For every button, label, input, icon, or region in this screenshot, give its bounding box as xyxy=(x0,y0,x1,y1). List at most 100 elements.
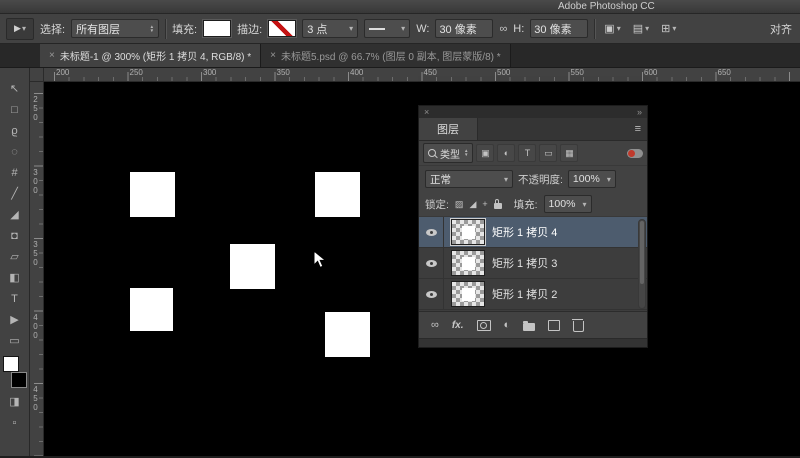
panel-resize-strip[interactable] xyxy=(419,338,647,347)
tab-untitled-5[interactable]: × 未标题5.psd @ 66.7% (图层 0 副本, 图层蒙版/8) * xyxy=(261,44,511,67)
layer-filtering-toggle[interactable] xyxy=(627,149,643,158)
background-color-swatch[interactable] xyxy=(11,372,27,388)
options-bar: ▶ ▾ 选择: 所有图层 ▲ ▼ 填充: 描边: 3 点 ▾ ▾ W: ∞ H: xyxy=(0,14,800,44)
lock-image-pixels-button[interactable]: ◢ xyxy=(469,199,476,210)
current-tool-icon: ▶ xyxy=(14,23,21,34)
close-icon[interactable]: × xyxy=(49,50,55,61)
ruler-label: 600 xyxy=(644,68,718,81)
layer-visibility-toggle[interactable] xyxy=(419,217,444,247)
rectangular-marquee-tool[interactable]: □ xyxy=(0,99,29,120)
tab-layers[interactable]: 图层 xyxy=(419,118,478,140)
lock-transparent-pixels-button[interactable]: ▨ xyxy=(455,199,464,210)
quick-selection-tool[interactable]: ◌ xyxy=(0,141,29,162)
path-alignment-button[interactable]: ▤ ▾ xyxy=(630,20,652,37)
tool-preset-button[interactable]: ▶ ▾ xyxy=(6,18,34,40)
brush-tool[interactable]: ◢ xyxy=(0,204,29,225)
layer-thumbnail[interactable] xyxy=(451,219,485,245)
lock-position-button[interactable]: + xyxy=(482,199,487,209)
filter-shape-layers-button[interactable]: ▭ xyxy=(539,144,557,162)
move-tool-icon: ↖ xyxy=(10,82,19,95)
panel-tab-bar: 图层 ≡ xyxy=(419,118,647,141)
select-scope-value: 所有图层 xyxy=(76,21,120,37)
layer-visibility-toggle[interactable] xyxy=(419,248,444,278)
new-layer-icon[interactable] xyxy=(548,320,560,331)
layer-row[interactable]: 矩形 1 拷贝 4 xyxy=(419,217,647,248)
layer-name[interactable]: 矩形 1 拷贝 4 xyxy=(492,224,557,240)
fill-value: 100% xyxy=(549,198,576,210)
filter-kind-dropdown[interactable]: 类型 ▲ ▼ xyxy=(423,143,473,163)
blend-mode-dropdown[interactable]: 正常 ▾ xyxy=(425,170,513,188)
ruler-label: 300 xyxy=(31,168,39,241)
panel-menu-button[interactable]: ≡ xyxy=(635,118,647,140)
layer-thumbnail[interactable] xyxy=(451,250,485,276)
title-bar: Adobe Photoshop CC xyxy=(0,0,800,14)
quick-mask-button[interactable]: ◨ xyxy=(0,391,29,412)
gradient-tool[interactable]: ◧ xyxy=(0,267,29,288)
add-layer-mask-icon[interactable] xyxy=(477,320,491,331)
quick-mask-icon: ◨ xyxy=(9,395,19,408)
layer-thumbnail[interactable] xyxy=(451,281,485,307)
ruler-label: 450 xyxy=(424,68,498,81)
lasso-tool-icon: ϱ xyxy=(11,125,17,137)
close-icon[interactable]: × xyxy=(270,50,276,61)
crop-tool-icon: # xyxy=(11,167,17,179)
adjustment-layer-icon[interactable]: ◐ xyxy=(504,320,511,331)
fill-swatch[interactable] xyxy=(203,20,231,37)
stroke-swatch[interactable] xyxy=(268,20,296,37)
screen-mode-button[interactable]: ▫ xyxy=(0,412,29,433)
layer-name[interactable]: 矩形 1 拷贝 2 xyxy=(492,286,557,302)
delete-layer-icon[interactable] xyxy=(573,321,584,332)
height-input[interactable] xyxy=(530,19,588,38)
path-operations-button[interactable]: ▣ ▾ xyxy=(601,20,623,37)
divider xyxy=(165,19,166,39)
layer-name[interactable]: 矩形 1 拷贝 3 xyxy=(492,255,557,271)
new-group-icon[interactable] xyxy=(523,323,535,331)
layer-row[interactable]: 矩形 1 拷贝 3 xyxy=(419,248,647,279)
color-swatches xyxy=(3,356,27,388)
eyedropper-tool[interactable]: ╱ xyxy=(0,183,29,204)
select-scope-dropdown[interactable]: 所有图层 ▲ ▼ xyxy=(71,19,159,38)
align-edges-label[interactable]: 对齐 xyxy=(770,21,794,37)
fill-dropdown[interactable]: 100% ▾ xyxy=(544,195,592,213)
stepper-icon: ▲ ▼ xyxy=(150,25,154,33)
opacity-dropdown[interactable]: 100% ▾ xyxy=(568,170,616,188)
type-tool-icon: T xyxy=(11,293,18,305)
stroke-label: 描边: xyxy=(237,21,262,37)
rectangle-tool[interactable]: ▭ xyxy=(0,330,29,351)
layer-visibility-toggle[interactable] xyxy=(419,279,444,309)
scrollbar[interactable] xyxy=(638,219,646,309)
panel-drag-bar[interactable]: × » xyxy=(419,106,647,118)
thumbnail-shape xyxy=(462,257,475,270)
fill-label: 填充: xyxy=(172,21,197,37)
divider xyxy=(594,19,595,39)
path-selection-tool[interactable]: ▶ xyxy=(0,309,29,330)
eraser-tool[interactable]: ▱ xyxy=(0,246,29,267)
clone-stamp-tool-icon: ◘ xyxy=(11,230,18,242)
stroke-style-dropdown[interactable]: ▾ xyxy=(364,19,410,38)
layer-row[interactable]: 矩形 1 拷贝 2 xyxy=(419,279,647,310)
tab-untitled-1[interactable]: × 未标题-1 @ 300% (矩形 1 拷贝 4, RGB/8) * xyxy=(40,44,261,67)
search-icon xyxy=(428,149,436,157)
ruler-label: 350 xyxy=(31,240,39,313)
filter-smart-objects-button[interactable]: ▦ xyxy=(560,144,578,162)
link-dimensions-icon[interactable]: ∞ xyxy=(499,23,507,35)
clone-stamp-tool[interactable]: ◘ xyxy=(0,225,29,246)
lock-all-button[interactable] xyxy=(494,203,502,209)
filter-pixel-layers-button[interactable]: ▣ xyxy=(476,144,494,162)
filter-adjustment-layers-button[interactable]: ◐ xyxy=(497,144,515,162)
width-input[interactable] xyxy=(435,19,493,38)
crop-tool[interactable]: # xyxy=(0,162,29,183)
close-icon[interactable]: × xyxy=(424,106,429,118)
path-operations-icon: ▣ xyxy=(604,22,614,35)
foreground-color-swatch[interactable] xyxy=(3,356,19,372)
scrollbar-thumb[interactable] xyxy=(640,221,644,284)
link-layers-icon[interactable]: ∞ xyxy=(431,320,439,331)
layer-style-icon[interactable]: fx. xyxy=(452,320,464,331)
collapse-panel-icon[interactable]: » xyxy=(637,106,642,118)
move-tool[interactable]: ↖ xyxy=(0,78,29,99)
path-arrange-button[interactable]: ⊞ ▾ xyxy=(658,20,679,37)
stroke-width-dropdown[interactable]: 3 点 ▾ xyxy=(302,19,358,38)
lasso-tool[interactable]: ϱ xyxy=(0,120,29,141)
type-tool[interactable]: T xyxy=(0,288,29,309)
filter-type-layers-button[interactable]: T xyxy=(518,144,536,162)
